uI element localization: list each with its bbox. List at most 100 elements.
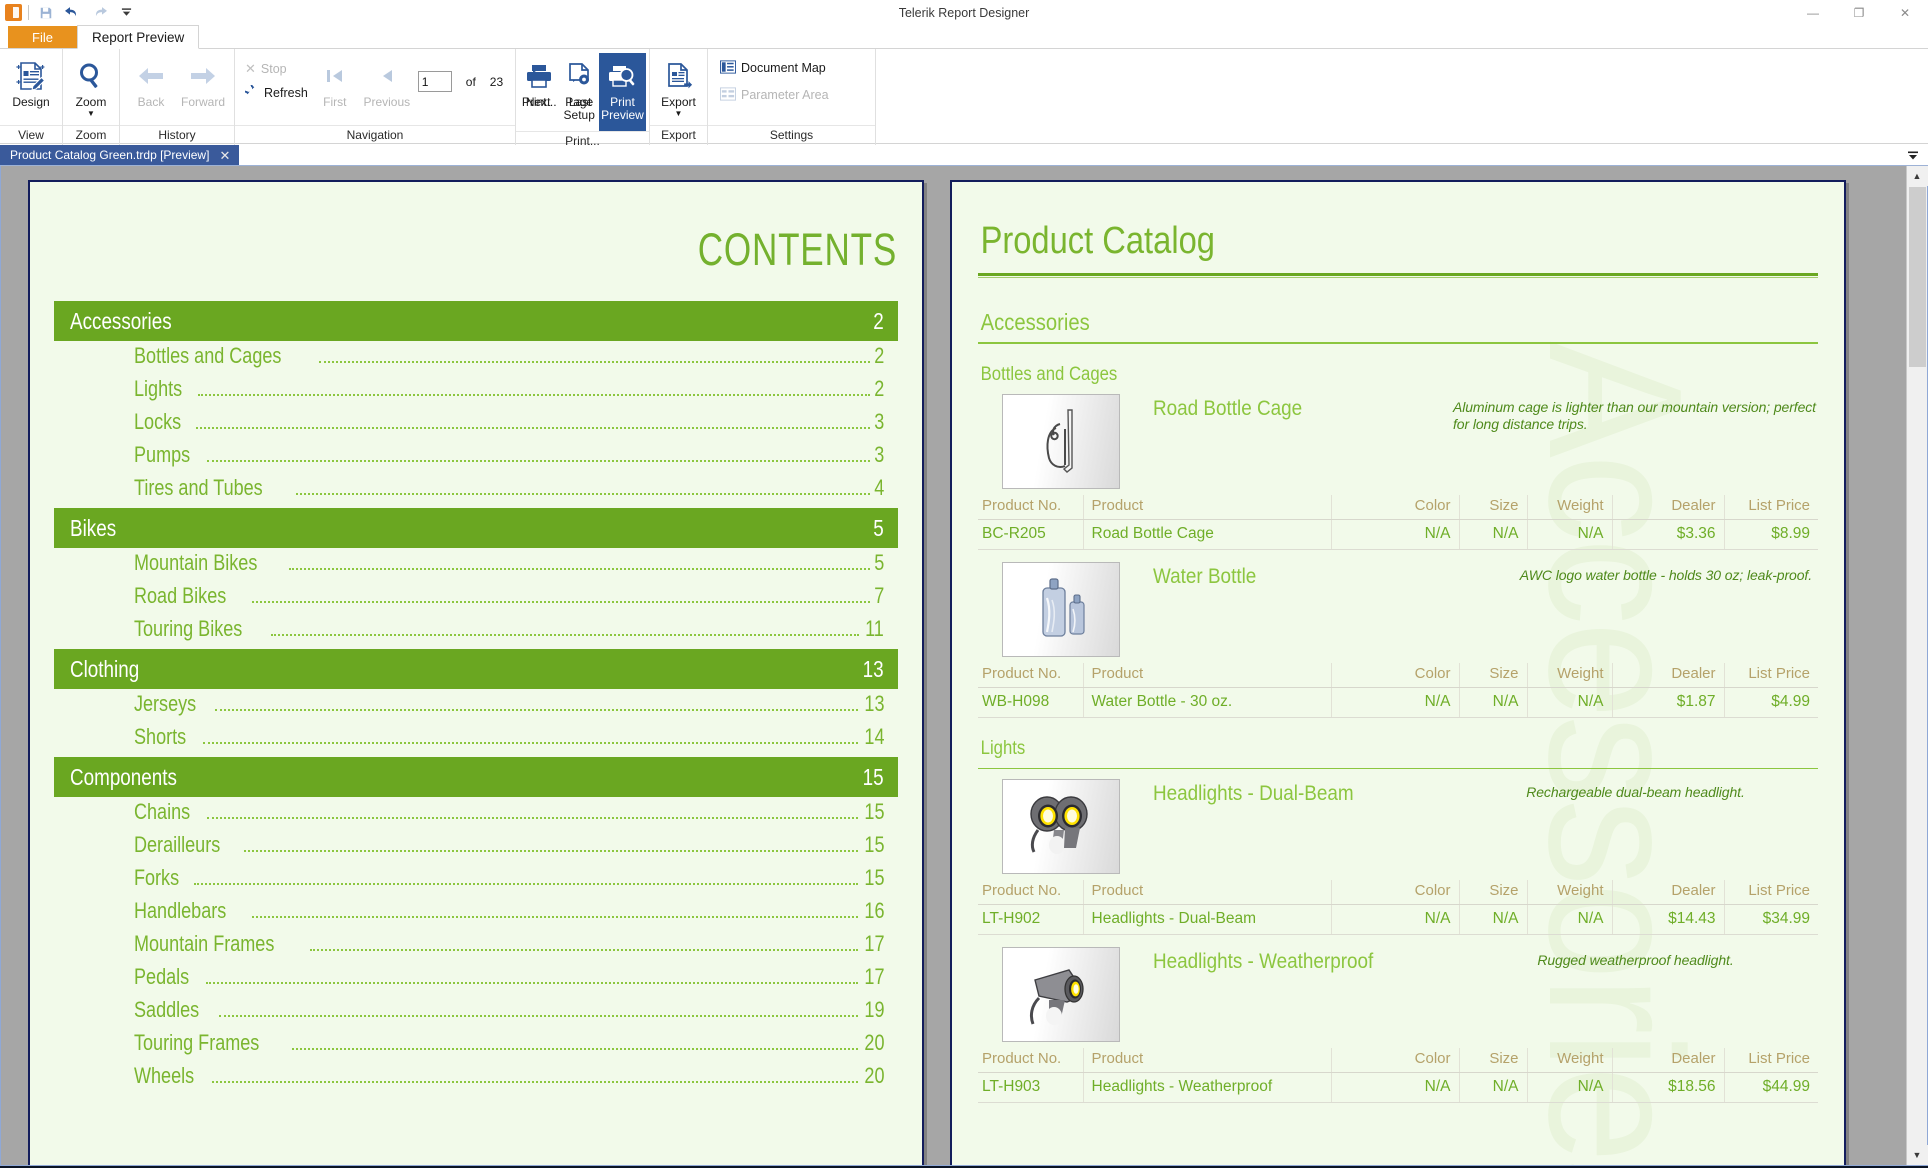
toc-item-wheels[interactable]: Wheels 20 <box>54 1063 898 1096</box>
customize-quick-access-toolbar-icon[interactable] <box>116 2 137 23</box>
tab-report-preview[interactable]: Report Preview <box>77 25 199 49</box>
toc-item-touring-bikes[interactable]: Touring Bikes 11 <box>54 616 898 649</box>
refresh-button[interactable]: Refresh <box>241 82 314 104</box>
toc-item-jerseys[interactable]: Jerseys 13 <box>54 691 898 724</box>
export-button[interactable]: Export ▼ <box>653 53 704 117</box>
save-icon[interactable] <box>35 2 56 23</box>
parameter-area-label: Parameter Area <box>741 88 829 102</box>
scroll-down-button[interactable]: ▼ <box>1907 1145 1928 1165</box>
ribbon-group-export-label: Export <box>650 125 707 145</box>
cell-list-price: $34.99 <box>1724 905 1818 935</box>
forward-button[interactable]: Forward <box>177 53 229 109</box>
chevron-down-icon[interactable]: ▼ <box>87 110 95 117</box>
ribbon-group-settings-label: Settings <box>708 125 875 145</box>
document-tabs-overflow-button[interactable] <box>1902 145 1924 166</box>
page-number-input[interactable] <box>418 71 452 92</box>
column-header-size: Size <box>1459 495 1527 520</box>
ribbon-group-navigation-label: Navigation <box>235 125 515 145</box>
export-icon <box>664 56 694 96</box>
product-table: Product No. Product Color Size Weight De… <box>978 495 1818 550</box>
toc-leader-dots <box>207 817 857 819</box>
print-button-label: Print... <box>522 96 557 109</box>
scroll-up-button[interactable]: ▲ <box>1907 166 1928 186</box>
cell-weight: N/A <box>1527 519 1612 549</box>
cell-list-price: $8.99 <box>1724 519 1818 549</box>
toc-item-derailleurs[interactable]: Derailleurs 15 <box>54 832 898 865</box>
print-button[interactable]: Print... <box>519 53 559 109</box>
toc-category-components[interactable]: Components 15 <box>54 757 898 797</box>
water-bottle-photo <box>1002 562 1120 657</box>
catalog-group-bottles-and-cages: Bottles and Cages <box>978 362 1717 394</box>
page-setup-button[interactable]: Page Setup <box>559 53 599 122</box>
scrollbar-thumb[interactable] <box>1909 187 1926 367</box>
toc-item-forks[interactable]: Forks 15 <box>54 865 898 898</box>
design-button[interactable]: Design <box>5 53 57 109</box>
catalog-category-accessories: Accessories <box>978 306 1717 342</box>
toc-item-saddles[interactable]: Saddles 19 <box>54 997 898 1030</box>
close-icon[interactable]: ✕ <box>219 149 230 162</box>
column-header-size: Size <box>1459 880 1527 905</box>
product-entry-road-bottle-cage: Road Bottle Cage Aluminum cage is lighte… <box>978 394 1818 550</box>
table-row: LT-H903 Headlights - Weatherproof N/A N/… <box>978 1073 1818 1103</box>
toc-item-bottles-and-cages[interactable]: Bottles and Cages 2 <box>54 343 898 376</box>
toc-category-accessories[interactable]: Accessories 2 <box>54 301 898 341</box>
column-header-color: Color <box>1331 495 1459 520</box>
parameter-area-toggle[interactable]: Parameter Area <box>716 84 835 106</box>
tab-file[interactable]: File <box>8 26 77 49</box>
cell-size: N/A <box>1459 687 1527 717</box>
minimize-button[interactable]: — <box>1790 0 1836 25</box>
toc-item-locks[interactable]: Locks 3 <box>54 409 898 442</box>
page-title: Product Catalog <box>978 208 1700 273</box>
cell-product: Road Bottle Cage <box>1083 519 1331 549</box>
divider <box>978 273 1818 276</box>
chevron-down-icon[interactable]: ▼ <box>675 110 683 117</box>
column-header-product-no: Product No. <box>978 495 1083 520</box>
print-preview-button[interactable]: Print Preview <box>599 53 646 131</box>
toc-item-pumps[interactable]: Pumps 3 <box>54 442 898 475</box>
toc-item-shorts[interactable]: Shorts 14 <box>54 724 898 757</box>
toc-item-page: 13 <box>864 691 884 717</box>
document-map-icon <box>720 60 736 77</box>
ribbon-tab-strip: File Report Preview <box>0 25 1928 49</box>
toc-item-mountain-bikes[interactable]: Mountain Bikes 5 <box>54 550 898 583</box>
toc-item-page: 15 <box>864 865 884 891</box>
toc-item-road-bikes[interactable]: Road Bikes 7 <box>54 583 898 616</box>
document-map-toggle[interactable]: Document Map <box>716 57 832 79</box>
document-tab-product-catalog-green[interactable]: Product Catalog Green.trdp [Preview] ✕ <box>0 145 239 165</box>
toc-item-chains[interactable]: Chains 15 <box>54 799 898 832</box>
stop-button[interactable]: ✕ Stop <box>241 58 314 80</box>
product-description: Rechargeable dual-beam headlight. <box>1453 779 1818 801</box>
toc-item-tires-and-tubes[interactable]: Tires and Tubes 4 <box>54 475 898 508</box>
column-header-size: Size <box>1459 1048 1527 1073</box>
toc-item-mountain-frames[interactable]: Mountain Frames 17 <box>54 931 898 964</box>
back-button[interactable]: Back <box>125 53 177 109</box>
preview-vertical-scrollbar[interactable]: ▲ ▼ <box>1906 166 1927 1165</box>
column-header-product-no: Product No. <box>978 663 1083 688</box>
toc-category-clothing[interactable]: Clothing 13 <box>54 649 898 689</box>
toc-item-page: 19 <box>864 997 884 1023</box>
table-row: LT-H902 Headlights - Dual-Beam N/A N/A N… <box>978 905 1818 935</box>
report-preview-area: CONTENTS Accessories 2 Bottles and Cages… <box>0 166 1928 1166</box>
headlights-dual-beam-photo <box>1002 779 1120 874</box>
cell-size: N/A <box>1459 519 1527 549</box>
report-pages-scroll-container[interactable]: CONTENTS Accessories 2 Bottles and Cages… <box>1 166 1906 1165</box>
close-icon: ✕ <box>245 61 256 77</box>
toc-item-label: Lights <box>134 376 182 402</box>
previous-page-button[interactable]: Previous <box>356 53 418 109</box>
toc-item-touring-frames[interactable]: Touring Frames 20 <box>54 1030 898 1063</box>
toc-item-page: 7 <box>874 583 884 609</box>
first-page-button[interactable]: First <box>314 53 356 109</box>
redo-icon[interactable] <box>89 2 110 23</box>
toc-category-bikes[interactable]: Bikes 5 <box>54 508 898 548</box>
back-button-label: Back <box>138 96 165 109</box>
toc-item-lights[interactable]: Lights 2 <box>54 376 898 409</box>
column-header-weight: Weight <box>1527 663 1612 688</box>
undo-icon[interactable] <box>62 2 83 23</box>
close-button[interactable]: ✕ <box>1882 0 1928 25</box>
maximize-button[interactable]: ❐ <box>1836 0 1882 25</box>
toc-item-handlebars[interactable]: Handlebars 16 <box>54 898 898 931</box>
toc-item-pedals[interactable]: Pedals 17 <box>54 964 898 997</box>
column-header-size: Size <box>1459 663 1527 688</box>
zoom-button[interactable]: Zoom ▼ <box>66 53 116 117</box>
toc-item-label: Shorts <box>134 724 186 750</box>
